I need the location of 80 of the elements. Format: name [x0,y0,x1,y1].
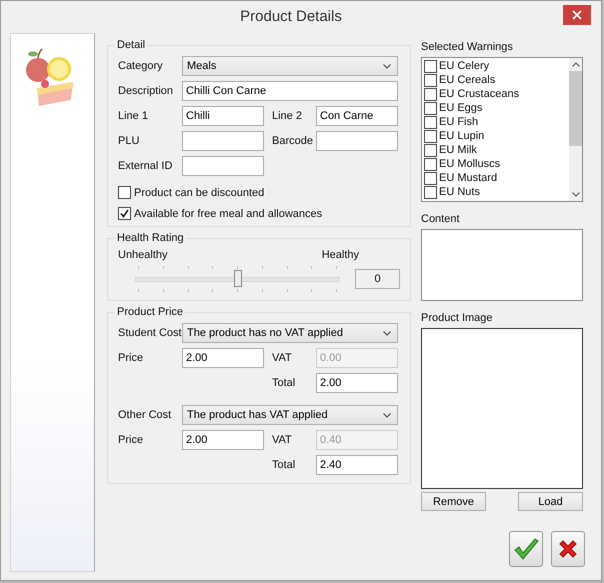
group-title: Detail [116,39,146,51]
checkbox[interactable] [424,88,437,100]
field-label: Total [272,377,296,389]
slider-min-label: Unhealthy [118,249,168,261]
checkbox[interactable] [424,116,437,128]
health-slider[interactable] [135,264,340,294]
checkbox-label: EU Nuts [439,186,480,198]
cross-icon [557,538,579,560]
checkbox[interactable] [424,144,437,156]
scroll-up-icon[interactable] [572,62,580,67]
field-label: Content [421,213,461,226]
total-field[interactable]: 2.00 [316,373,398,393]
slider-max-label: Healthy [322,249,359,261]
checkbox-label: EU Eggs [439,102,482,114]
field-label: Student Cost [118,327,182,339]
field-label: Other Cost [118,409,172,421]
checkbox-label: EU Mustard [439,172,498,184]
barcode-field[interactable] [316,131,398,151]
field-label: Barcode [272,135,314,147]
checkbox[interactable] [424,172,437,184]
plu-field[interactable] [182,131,264,151]
checkbox-label: EU Molluscs [439,158,500,170]
window-title: Product Details [240,8,342,25]
price-field[interactable]: 2.00 [182,348,264,368]
checkmark-icon [513,537,539,561]
checkbox-label: EU Lupin [439,130,484,142]
field-label: Price [118,352,144,364]
checkbox[interactable] [424,158,437,170]
image-button[interactable]: Load [518,492,583,511]
caret-icon [383,412,391,418]
checkbox-label: Product can be discounted [134,186,264,198]
slider-thumb[interactable] [234,270,242,287]
close-button[interactable] [563,5,591,25]
field-label: Price [118,434,144,446]
description-field[interactable]: Chilli Con Carne [182,81,398,101]
checkbox-label: EU Fish [439,116,478,128]
ok-button[interactable] [509,531,543,567]
checkbox-label: EU Crustaceans [439,88,520,100]
price-field[interactable]: 2.00 [182,430,264,450]
checkmark-icon [120,209,129,218]
cancel-button[interactable] [551,531,585,567]
caret-icon [383,330,391,336]
rating-value-box: 0 [355,269,400,289]
line-1-field[interactable]: Chilli [182,106,264,126]
checkbox[interactable] [424,130,437,142]
checkbox-label: Available for free meal and allowances [134,208,322,220]
checkbox[interactable] [424,60,437,72]
field-label: VAT [272,352,293,364]
content-field[interactable] [421,229,583,301]
field-label: VAT [272,434,293,446]
vat-mode-dropdown[interactable]: The product has VAT applied [182,405,398,425]
checkbox[interactable] [424,74,437,86]
list-label: Selected Warnings [421,41,514,54]
line-2-field[interactable]: Con Carne [316,106,398,126]
field-label: Total [272,459,296,471]
checkbox[interactable] [424,102,437,114]
checkbox-label: EU Celery [439,60,490,72]
field-label: External ID [118,160,174,172]
scrollbar[interactable] [569,58,582,201]
group-title: Health Rating [116,232,185,244]
checkbox-label: EU Cereals [439,74,496,86]
scroll-down-icon[interactable] [572,192,580,197]
checkbox[interactable] [424,186,437,198]
field-label: Product Image [421,312,494,325]
image-button[interactable]: Remove [421,492,486,511]
field-label: Line 1 [118,110,149,122]
external-id-field[interactable] [182,156,264,176]
category-dropdown[interactable]: Meals [182,56,398,76]
close-icon [572,10,582,20]
group-title: Product Price [116,306,184,318]
vat-mode-dropdown[interactable]: The product has no VAT applied [182,323,398,343]
total-field[interactable]: 2.40 [316,455,398,475]
field-label: PLU [118,135,140,147]
checkbox[interactable] [118,207,131,220]
checkbox-label: EU Milk [439,144,477,156]
caret-icon [383,64,391,68]
field-label: Line 2 [272,110,303,122]
field-label: Description [118,85,174,97]
checkbox[interactable] [118,186,131,199]
field-label: Category [118,60,164,72]
